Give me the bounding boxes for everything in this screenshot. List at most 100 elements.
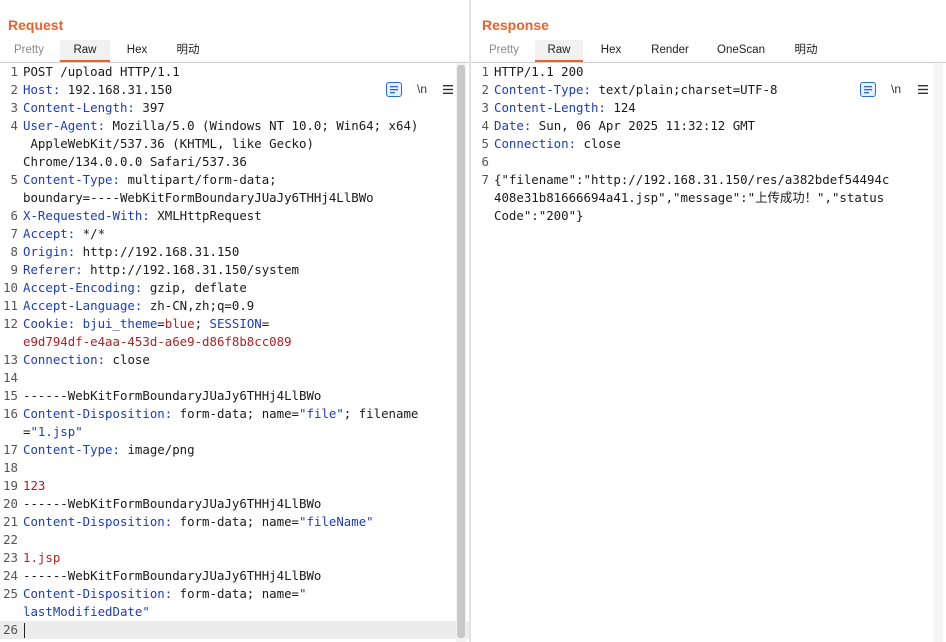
line-number: 12 [3, 316, 18, 331]
tab-pretty[interactable]: Pretty [4, 40, 54, 62]
syntax-text: ------WebKitFormBoundaryJUaJy6THHj4LlBWo [23, 568, 322, 583]
syntax-key: Accept: [23, 226, 76, 241]
line-number: 18 [3, 460, 18, 475]
line-content: e9d794df-e4aa-453d-a6e9-d86f8b8cc089 [23, 333, 292, 351]
line-content: Chrome/134.0.0.0 Safari/537.36 [23, 153, 247, 171]
request-pane: Request Pretty Raw Hex 明动 \n 1 POST /uplo… [0, 0, 469, 642]
line-number: 5 [10, 172, 18, 187]
tab-mingdong[interactable]: 明动 [164, 40, 212, 62]
response-scrollbar[interactable] [933, 63, 943, 642]
line-content: Date: Sun, 06 Apr 2025 11:32:12 GMT [494, 117, 755, 135]
code-line: 5 Connection: close [471, 135, 946, 153]
line-number: 20 [3, 496, 18, 511]
tab-hex[interactable]: Hex [589, 40, 633, 62]
syntax-key: Accept-Encoding: [23, 280, 143, 295]
line-number: 22 [3, 532, 18, 547]
line-content: Accept-Language: zh-CN,zh;q=0.9 [23, 297, 254, 315]
syntax-text: POST /upload HTTP/1.1 [23, 64, 180, 79]
line-number: 1 [10, 64, 18, 79]
syntax-text: XMLHttpRequest [149, 208, 262, 223]
tab-raw[interactable]: Raw [535, 40, 583, 62]
response-pane: Response Pretty Raw Hex Render OneScan 明… [471, 0, 946, 642]
line-number: 4 [481, 118, 489, 133]
line-number: 6 [10, 208, 18, 223]
code-line: 1 HTTP/1.1 200 [471, 63, 946, 81]
syntax-text: close [576, 136, 621, 151]
syntax-text: ; [194, 316, 210, 331]
syntax-value: 123 [23, 478, 46, 493]
request-scrollbar[interactable] [456, 63, 466, 642]
code-line: 13 Connection: close [0, 351, 469, 369]
line-number: 4 [10, 118, 18, 133]
syntax-text: */* [75, 226, 106, 241]
line-number: 16 [3, 406, 18, 421]
syntax-text: 192.168.31.150 [60, 82, 173, 97]
syntax-text: close [105, 352, 150, 367]
code-line: 26 [0, 621, 469, 639]
code-line: 16 Content-Disposition: form-data; name="… [0, 405, 469, 423]
line-content: Content-Type: text/plain;charset=UTF-8 [494, 81, 777, 99]
syntax-text: gzip, deflate [142, 280, 247, 295]
line-content: ------WebKitFormBoundaryJUaJy6THHj4LlBWo [23, 495, 321, 513]
request-editor[interactable]: 1 POST /upload HTTP/1.1 2 Host: 192.168.31.… [0, 63, 469, 642]
line-content: POST /upload HTTP/1.1 [23, 63, 180, 81]
line-number: 9 [10, 262, 18, 277]
line-content: Content-Disposition: form-data; name="fi… [23, 513, 374, 531]
syntax-text: ------WebKitFormBoundaryJUaJy6THHj4LlBWo [23, 388, 322, 403]
line-number: 2 [481, 82, 489, 97]
line-content: lastModifiedDate" [23, 603, 150, 621]
syntax-key: Content-Disposition: [23, 514, 173, 529]
code-line: e9d794df-e4aa-453d-a6e9-d86f8b8cc089 [0, 333, 469, 351]
code-line: 18 [0, 459, 469, 477]
tab-hex[interactable]: Hex [114, 40, 160, 62]
code-line: 4 Date: Sun, 06 Apr 2025 11:32:12 GMT [471, 117, 946, 135]
line-content: Content-Type: multipart/form-data; [23, 171, 277, 189]
response-editor[interactable]: 1 HTTP/1.1 200 2 Content-Type: text/plain;c… [471, 63, 946, 642]
tab-pretty[interactable]: Pretty [479, 40, 529, 62]
syntax-text: http://192.168.31.150/system [82, 262, 300, 277]
syntax-text: {"filename":"http://192.168.31.150/res/a… [494, 172, 890, 187]
syntax-text: form-data; name= [172, 406, 300, 421]
line-number: 1 [481, 64, 489, 79]
request-scrollbar-thumb[interactable] [457, 65, 465, 638]
line-content: {"filename":"http://192.168.31.150/res/a… [494, 171, 889, 189]
syntax-key: Content-Length: [23, 100, 135, 115]
code-line: 6 [471, 153, 946, 171]
syntax-key: Content-Type: [23, 442, 120, 457]
tab-mingdong[interactable]: 明动 [783, 40, 829, 62]
syntax-value: 1.jsp [23, 550, 61, 565]
syntax-key: Cookie: [23, 316, 76, 331]
tab-onescan[interactable]: OneScan [709, 40, 773, 62]
code-line: 25 Content-Disposition: form-data; name=" [0, 585, 469, 603]
syntax-value: blue [164, 316, 195, 331]
line-number: 7 [10, 226, 18, 241]
syntax-key: Connection: [23, 352, 106, 367]
line-content: Connection: close [23, 351, 150, 369]
line-content: Accept-Encoding: gzip, deflate [23, 279, 247, 297]
syntax-key: Connection: [494, 136, 577, 151]
code-line: 9 Referer: http://192.168.31.150/system [0, 261, 469, 279]
code-line: lastModifiedDate" [0, 603, 469, 621]
line-number: 24 [3, 568, 18, 583]
code-line: 10 Accept-Encoding: gzip, deflate [0, 279, 469, 297]
tab-raw[interactable]: Raw [60, 40, 110, 62]
line-number: 19 [3, 478, 18, 493]
code-line: 3 Content-Length: 397 [0, 99, 469, 117]
code-line: 4 User-Agent: Mozilla/5.0 (Windows NT 10.… [0, 117, 469, 135]
code-line: 11 Accept-Language: zh-CN,zh;q=0.9 [0, 297, 469, 315]
code-line: 408e31b81666694a41.jsp","message":"上传成功！… [471, 189, 946, 207]
line-content: Referer: http://192.168.31.150/system [23, 261, 299, 279]
line-number: 14 [3, 370, 18, 385]
line-content: ="1.jsp" [23, 423, 83, 441]
syntax-value: e9d794df-e4aa-453d-a6e9-d86f8b8cc089 [23, 334, 292, 349]
code-line: 2 Content-Type: text/plain;charset=UTF-8 [471, 81, 946, 99]
request-title: Request [8, 17, 64, 33]
tab-render[interactable]: Render [641, 40, 699, 62]
syntax-key: Content-Type: [494, 82, 591, 97]
line-content: boundary=----WebKitFormBoundaryJUaJy6THH… [23, 189, 374, 207]
syntax-text: ; filename [343, 406, 419, 421]
code-line: 3 Content-Length: 124 [471, 99, 946, 117]
line-number: 8 [10, 244, 18, 259]
line-number: 21 [3, 514, 18, 529]
code-line: 12 Cookie: bjui_theme=blue; SESSION= [0, 315, 469, 333]
